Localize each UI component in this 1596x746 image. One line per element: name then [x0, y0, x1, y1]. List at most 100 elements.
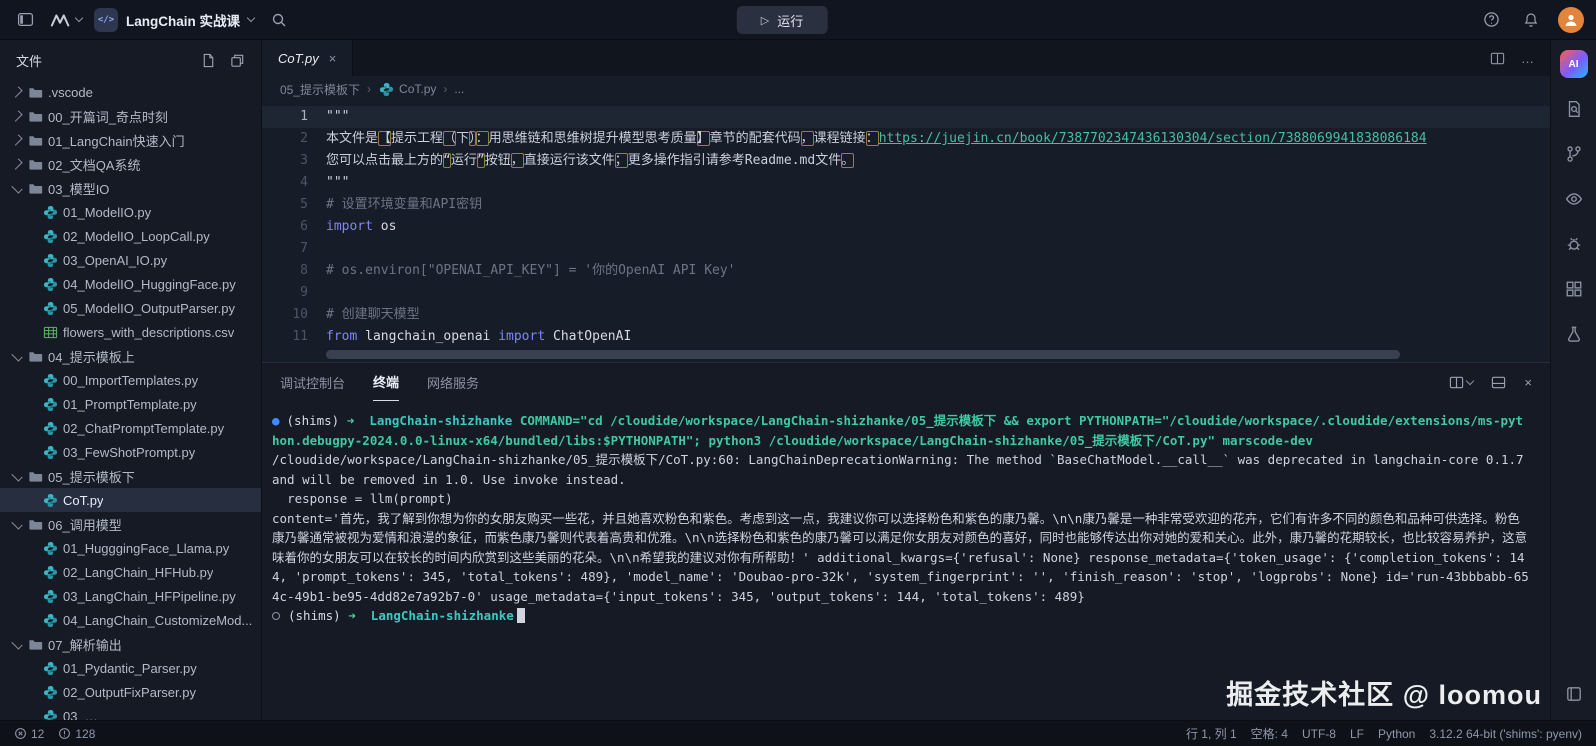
terminal-cursor	[517, 608, 525, 623]
close-panel-icon[interactable]: ×	[1524, 375, 1532, 390]
tree-item-file[interactable]: 03_FewShotPrompt.py	[0, 440, 261, 464]
code-line[interactable]: 8# os.environ["OPENAI_API_KEY"] = '你的Ope…	[262, 260, 1550, 282]
breadcrumb-item[interactable]: ...	[454, 82, 464, 96]
tree-item-file[interactable]: 02_ChatPromptTemplate.py	[0, 416, 261, 440]
command-decoration-icon[interactable]: ●	[272, 413, 280, 428]
chevron-icon	[11, 134, 22, 145]
library-icon[interactable]	[1560, 680, 1588, 708]
ai-assistant-icon[interactable]: AI	[1560, 50, 1588, 78]
code-line[interactable]: 4"""	[262, 172, 1550, 194]
code-line[interactable]: 9	[262, 282, 1550, 304]
tree-item-file[interactable]: 02_ModelIO_LoopCall.py	[0, 224, 261, 248]
tree-item-file[interactable]: 01_Pydantic_Parser.py	[0, 656, 261, 680]
panel-tab[interactable]: 终端	[373, 363, 399, 401]
user-avatar[interactable]	[1558, 7, 1584, 33]
code-line[interactable]: 6import os	[262, 216, 1550, 238]
app-logo[interactable]	[50, 12, 82, 28]
terminal[interactable]: ●(shims) ➜ LangChain-shizhanke COMMAND="…	[262, 401, 1550, 720]
errors-count[interactable]: 12	[14, 727, 44, 741]
tree-item-label: 06_调用模型	[48, 515, 122, 534]
more-actions-icon[interactable]: …	[1521, 51, 1534, 66]
test-flask-icon[interactable]	[1560, 320, 1588, 348]
preview-eye-icon[interactable]	[1560, 185, 1588, 213]
code-line[interactable]: 2本文件是【提示工程（下）：用思维链和思维树提升模型思考质量】章节的配套代码，课…	[262, 128, 1550, 150]
tree-item-label: 05_提示模板下	[48, 467, 135, 486]
code-line[interactable]: 1"""	[262, 106, 1550, 128]
notifications-bell-icon[interactable]	[1518, 7, 1544, 33]
code-editor[interactable]: 1"""2本文件是【提示工程（下）：用思维链和思维树提升模型思考质量】章节的配套…	[262, 102, 1550, 362]
status-item[interactable]: 空格: 4	[1251, 725, 1288, 742]
terminal-line: (shims) ➜ LangChain-shizhanke	[272, 606, 1530, 626]
tree-item-folder[interactable]: 00_开篇词_奇点时刻	[0, 104, 261, 128]
code-line[interactable]: 7	[262, 238, 1550, 260]
tree-item-file[interactable]: 01_ModelIO.py	[0, 200, 261, 224]
tree-item-folder[interactable]: 05_提示模板下	[0, 464, 261, 488]
horizontal-scrollbar[interactable]	[326, 350, 1400, 359]
maximize-panel-icon[interactable]	[1491, 375, 1506, 390]
code-line[interactable]: 5# 设置环境变量和API密钥	[262, 194, 1550, 216]
tree-item-folder[interactable]: .vscode	[0, 80, 261, 104]
chevron-icon	[11, 638, 22, 649]
code-token: 您可以点击最上方的	[326, 153, 443, 168]
breadcrumb-item[interactable]: CoT.py	[378, 82, 436, 97]
terminal-layout-icon[interactable]	[1449, 375, 1473, 390]
tree-item-file[interactable]: 01_HugggingFace_Llama.py	[0, 536, 261, 560]
tree-item-file[interactable]: 03_…	[0, 704, 261, 720]
tree-item-file[interactable]: CoT.py	[0, 488, 261, 512]
code-line[interactable]: 11from langchain_openai import ChatOpenA…	[262, 326, 1550, 348]
status-item[interactable]: 3.12.2 64-bit ('shims': pyenv)	[1429, 727, 1582, 741]
code-line[interactable]: 10# 创建聊天模型	[262, 304, 1550, 326]
status-item[interactable]: UTF-8	[1302, 727, 1336, 741]
tree-item-file[interactable]: 03_LangChain_HFPipeline.py	[0, 584, 261, 608]
command-decoration-icon[interactable]	[272, 612, 280, 620]
new-file-icon[interactable]	[201, 53, 216, 68]
tree-item-file[interactable]: 05_ModelIO_OutputParser.py	[0, 296, 261, 320]
tree-item-file[interactable]: 00_ImportTemplates.py	[0, 368, 261, 392]
status-item[interactable]: Python	[1378, 727, 1415, 741]
breadcrumb-item[interactable]: 05_提示模板下	[280, 81, 360, 98]
project-switcher[interactable]: </> LangChain 实战课	[94, 8, 254, 32]
editor-tab-cot-py[interactable]: CoT.py ×	[262, 40, 353, 76]
tree-item-file[interactable]: 01_PromptTemplate.py	[0, 392, 261, 416]
code-token: ；	[615, 153, 628, 168]
split-editor-icon[interactable]	[1490, 51, 1505, 66]
status-item[interactable]: 行 1, 列 1	[1186, 725, 1237, 742]
tree-item-folder[interactable]: 04_提示模板上	[0, 344, 261, 368]
code-line-content: # os.environ["OPENAI_API_KEY"] = '你的Open…	[326, 260, 736, 282]
tree-item-file[interactable]: flowers_with_descriptions.csv	[0, 320, 261, 344]
tree-item-folder[interactable]: 01_LangChain快速入门	[0, 128, 261, 152]
panel-tab[interactable]: 网络服务	[427, 363, 479, 401]
tree-item-file[interactable]: 04_LangChain_CustomizeMod...	[0, 608, 261, 632]
code-line[interactable]: 3您可以点击最上方的“运行”按钮，直接运行该文件；更多操作指引请参考Readme…	[262, 150, 1550, 172]
tree-item-folder[interactable]: 07_解析输出	[0, 632, 261, 656]
chevron-down-icon	[75, 14, 83, 22]
source-control-icon[interactable]	[1560, 140, 1588, 168]
debug-icon[interactable]	[1560, 230, 1588, 258]
tree-item-file[interactable]: 04_ModelIO_HuggingFace.py	[0, 272, 261, 296]
tree-item-folder[interactable]: 02_文档QA系统	[0, 152, 261, 176]
code-token: ：	[476, 131, 489, 146]
search-file-icon[interactable]	[1560, 95, 1588, 123]
python-file-icon	[378, 82, 394, 97]
terminal-line: response = llm(prompt)	[272, 489, 1530, 509]
code-link[interactable]: https://juejin.cn/book/73877023474361303…	[879, 131, 1427, 146]
extensions-icon[interactable]	[1560, 275, 1588, 303]
tree-item-folder[interactable]: 03_模型IO	[0, 176, 261, 200]
python-file-icon	[42, 661, 58, 676]
python-file-icon	[42, 421, 58, 436]
tree-item-folder[interactable]: 06_调用模型	[0, 512, 261, 536]
chevron-down-icon	[247, 14, 255, 22]
help-icon[interactable]	[1478, 7, 1504, 33]
tree-item-file[interactable]: 03_OpenAI_IO.py	[0, 248, 261, 272]
sidebar-toggle-icon[interactable]	[12, 7, 38, 33]
tree-item-file[interactable]: 02_OutputFixParser.py	[0, 680, 261, 704]
search-icon[interactable]	[266, 7, 292, 33]
run-button[interactable]: ▷ 运行	[737, 6, 827, 34]
close-tab-icon[interactable]: ×	[329, 51, 337, 66]
new-folder-icon[interactable]	[230, 53, 245, 68]
panel-tab[interactable]: 调试控制台	[280, 363, 345, 401]
chevron-icon	[11, 182, 22, 193]
tree-item-file[interactable]: 02_LangChain_HFHub.py	[0, 560, 261, 584]
warnings-count[interactable]: 128	[58, 727, 95, 741]
status-item[interactable]: LF	[1350, 727, 1364, 741]
